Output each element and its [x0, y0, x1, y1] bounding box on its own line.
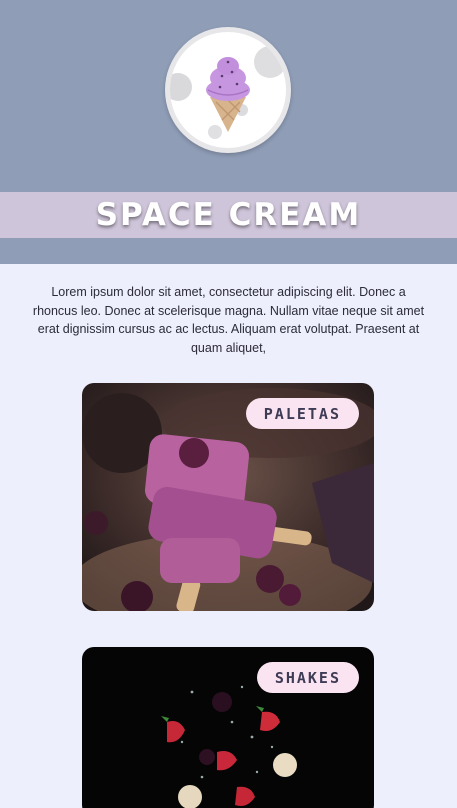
card-paletas[interactable]: PALETAS [82, 383, 374, 611]
ice-cream-cone-icon [170, 46, 286, 139]
title-banner: SPACE CREAM [0, 192, 457, 238]
card-shakes[interactable]: SHAKES [82, 647, 374, 808]
intro-text: Lorem ipsum dolor sit amet, consectetur … [32, 285, 425, 355]
shakes-button[interactable]: SHAKES [256, 662, 359, 693]
paletas-button[interactable]: PALETAS [245, 398, 359, 429]
header: SPACE CREAM [0, 0, 457, 264]
logo[interactable] [165, 27, 291, 153]
page-title: SPACE CREAM [95, 197, 362, 233]
